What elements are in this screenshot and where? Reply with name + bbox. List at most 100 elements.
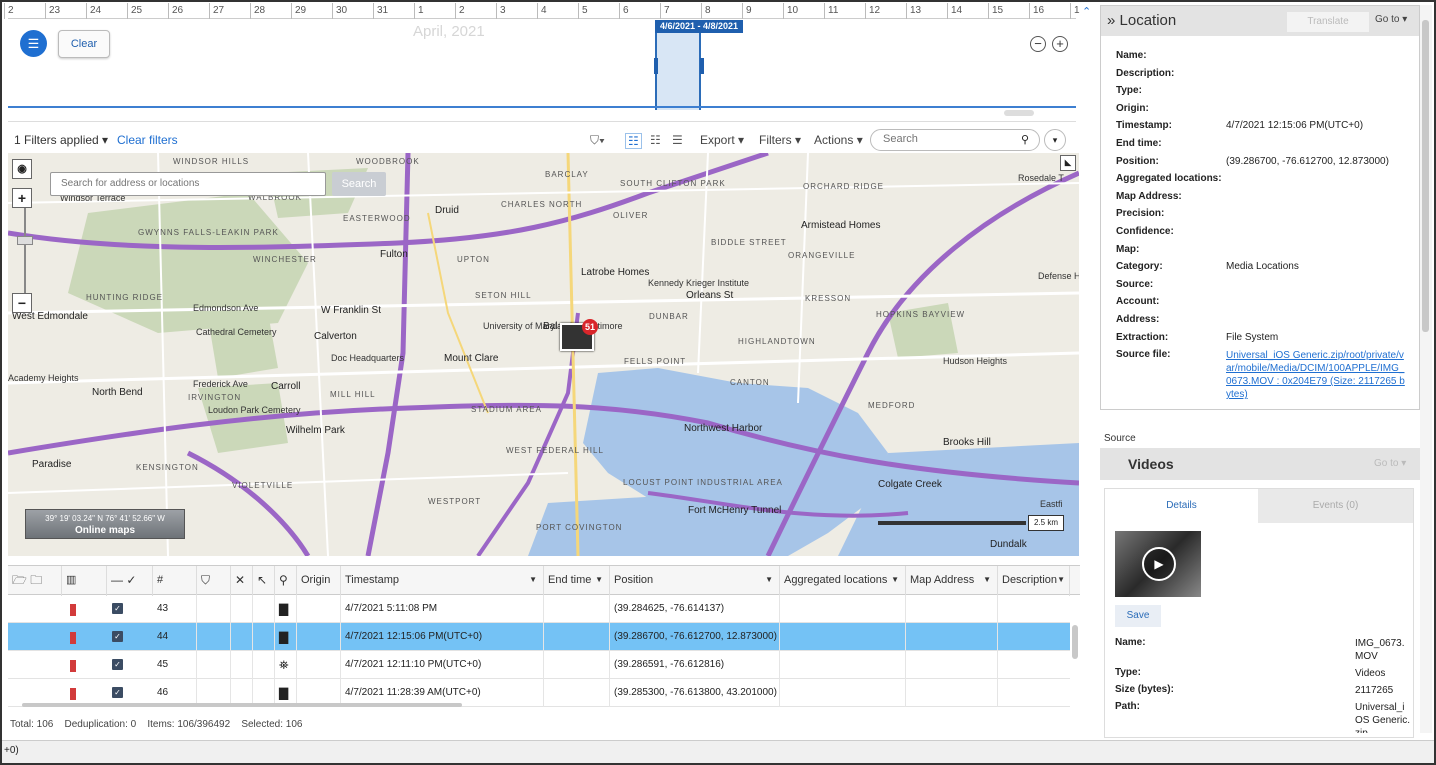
location-field: Timestamp: 4/7/2021 12:15:06 PM(UTC+0) <box>1116 120 1416 137</box>
videos-panel-title[interactable]: Videos <box>1128 456 1174 472</box>
bar-chart-icon[interactable]: ▥ <box>62 566 107 596</box>
satellite-icon: ⛯ <box>275 651 297 679</box>
map-place-label: Mount Clare <box>444 353 499 364</box>
location-panel-title[interactable]: » Location <box>1107 12 1176 29</box>
timeline[interactable]: 2 23 24 25 26 27 28 29 30 31 1 2 3 4 5 6 7 8 9 10 11 12 13 14 15… <box>4 3 1080 122</box>
timestamp-column-header[interactable]: Timestamp ▼ <box>341 566 544 596</box>
map-view[interactable]: WINDSOR HILLS WOODBROOK BARCLAY SOUTH CLIFT… <box>8 153 1079 556</box>
end-time-column-header[interactable]: End time ▼ <box>544 566 610 596</box>
map-place-label: Brooks Hill <box>943 437 991 448</box>
map-scale-bar <box>878 521 1026 525</box>
grid-search-input[interactable] <box>883 133 1023 145</box>
table-row[interactable]: ✓ 43 ▇ 4/7/2021 5:11:08 PM (39.284625, -76.6… <box>8 595 1070 623</box>
grid-search[interactable]: ⚲ <box>870 129 1040 151</box>
video-details-card: Details Events (0) ▶ Save Name: IMG_0673.… <box>1104 488 1414 738</box>
location-pin-icon[interactable]: ⚲ <box>275 566 297 596</box>
location-goto-menu[interactable]: Go to ▾ <box>1375 14 1407 25</box>
list-view-button[interactable]: ☰ <box>20 30 47 57</box>
street <box>8 351 1079 385</box>
grid-horizontal-scrollbar[interactable] <box>8 701 1070 709</box>
row-checkbox[interactable]: ✓ <box>112 687 123 698</box>
row-checkbox[interactable]: ✓ <box>112 603 123 614</box>
videos-goto-menu[interactable]: Go to ▾ <box>1374 458 1406 469</box>
clear-filters-link[interactable]: Clear filters <box>117 133 178 147</box>
collapse-up-icon[interactable]: ⌃ <box>1082 5 1091 18</box>
grid-scroll-thumb[interactable] <box>1072 625 1078 659</box>
map-zoom-in-button[interactable]: + <box>12 188 32 208</box>
map-place-label: Dundalk <box>990 539 1027 550</box>
range-handle-left[interactable] <box>654 58 658 74</box>
tab-details[interactable]: Details <box>1105 489 1258 523</box>
row-checkbox[interactable]: ✓ <box>112 659 123 670</box>
map-place-label: WEST FEDERAL HILL <box>506 446 604 455</box>
map-place-label: Frederick Ave <box>193 379 248 389</box>
video-thumbnail[interactable]: ▶ <box>1115 531 1201 597</box>
view-list-compact-icon[interactable]: ☷ <box>650 133 661 147</box>
description-column-header[interactable]: Description ▼ <box>998 566 1070 596</box>
hash-column-header[interactable]: # <box>153 566 197 596</box>
map-place-label: Carroll <box>271 381 301 392</box>
timeline-tick: 28 <box>250 3 265 19</box>
field-label: End time: <box>1116 138 1162 149</box>
map-place-label: STADIUM AREA <box>471 405 542 414</box>
row-checkbox[interactable]: ✓ <box>112 631 123 642</box>
cursor-column-icon[interactable]: ↖ <box>253 566 275 596</box>
highway <box>186 450 311 556</box>
grid-hscroll-thumb[interactable] <box>22 703 462 707</box>
close-column-icon[interactable]: ✕ <box>231 566 253 596</box>
source-file-link[interactable]: Universal_iOS Generic.zip/root/private/v… <box>1226 349 1406 401</box>
filters-applied-dropdown[interactable]: 1 Filters applied ▾ <box>14 133 108 147</box>
location-field: Category: Media Locations <box>1116 261 1416 278</box>
origin-column-header[interactable]: Origin <box>297 566 341 596</box>
folder-icon: 🗀 <box>30 573 43 587</box>
export-menu[interactable]: Export ▾ <box>700 133 744 147</box>
timeline-zoom-out-button[interactable]: − <box>1030 36 1046 52</box>
actions-menu[interactable]: Actions ▾ <box>814 133 863 147</box>
tab-events[interactable]: Events (0) <box>1258 489 1413 523</box>
map-search[interactable] <box>50 172 326 196</box>
map-address-column-header[interactable]: Map Address ▼ <box>906 566 998 596</box>
coordinates-box[interactable]: 39° 19' 03.24" N 76° 41' 52.66" W Online… <box>25 509 185 539</box>
map-layers-button[interactable]: ◉ <box>12 159 32 179</box>
map-expand-button[interactable]: ◣ <box>1060 155 1076 171</box>
timeline-selection-range[interactable] <box>654 20 704 110</box>
view-list-icon[interactable]: ☰ <box>672 133 683 147</box>
map-search-input[interactable] <box>61 178 311 189</box>
location-field: Map: <box>1116 244 1416 261</box>
save-button[interactable]: Save <box>1115 605 1161 627</box>
position-column-header[interactable]: Position ▼ <box>610 566 780 596</box>
field-label: Type: <box>1115 667 1141 678</box>
search-icon: ⚲ <box>1021 134 1030 146</box>
clear-button[interactable]: Clear <box>58 30 110 58</box>
folder-icons[interactable]: 🗁 🗀 <box>8 566 62 596</box>
map-place-label: MEDFORD <box>868 401 916 410</box>
aggregated-locations-column-header[interactable]: Aggregated locations ▼ <box>780 566 906 596</box>
tag-filter-icon[interactable]: ⛉▾ <box>590 133 605 148</box>
range-handle-right[interactable] <box>700 58 704 74</box>
tag-column-icon[interactable]: ⛉ <box>197 566 231 596</box>
filter-bar: 1 Filters applied ▾ Clear filters ⛉▾ ☷ ☷… <box>8 127 1076 153</box>
timeline-ruler[interactable]: 2 23 24 25 26 27 28 29 30 31 1 2 3 4 5 6 7 8 9 10 11 12 13 14 15… <box>4 3 1080 19</box>
map-place-label: HUNTING RIDGE <box>86 293 163 302</box>
table-row[interactable]: ✓ 44 ▇ 4/7/2021 12:15:06 PM(UTC+0) (39.28670… <box>8 623 1070 651</box>
search-options-dropdown[interactable]: ▾ <box>1044 129 1066 151</box>
grid-vertical-scrollbar[interactable] <box>1070 595 1080 698</box>
view-list-detailed-icon[interactable]: ☷ <box>625 133 642 149</box>
map-zoom-slider[interactable] <box>24 208 26 293</box>
blank-cell <box>253 623 275 651</box>
timeline-tick: 11 <box>824 3 838 19</box>
timeline-scrollbar[interactable] <box>1004 110 1034 116</box>
blank-cell <box>231 595 253 623</box>
map-place-label: Edmondson Ave <box>193 303 259 313</box>
table-row[interactable]: ✓ 45 ⛯ 4/7/2021 12:11:10 PM(UTC+0) (39.28659… <box>8 651 1070 679</box>
timeline-zoom-in-button[interactable]: + <box>1052 36 1068 52</box>
check-column-icon[interactable]: — ✓ <box>107 566 153 596</box>
play-icon[interactable]: ▶ <box>1142 547 1176 581</box>
panel-scroll-thumb[interactable] <box>1422 20 1429 332</box>
translate-button[interactable]: Translate <box>1287 12 1369 32</box>
filters-menu[interactable]: Filters ▾ <box>759 133 801 147</box>
map-search-button[interactable]: Search <box>332 172 386 196</box>
map-zoom-out-button[interactable]: − <box>12 293 32 313</box>
map-zoom-slider-knob[interactable] <box>17 236 33 245</box>
origin-cell <box>297 623 341 651</box>
